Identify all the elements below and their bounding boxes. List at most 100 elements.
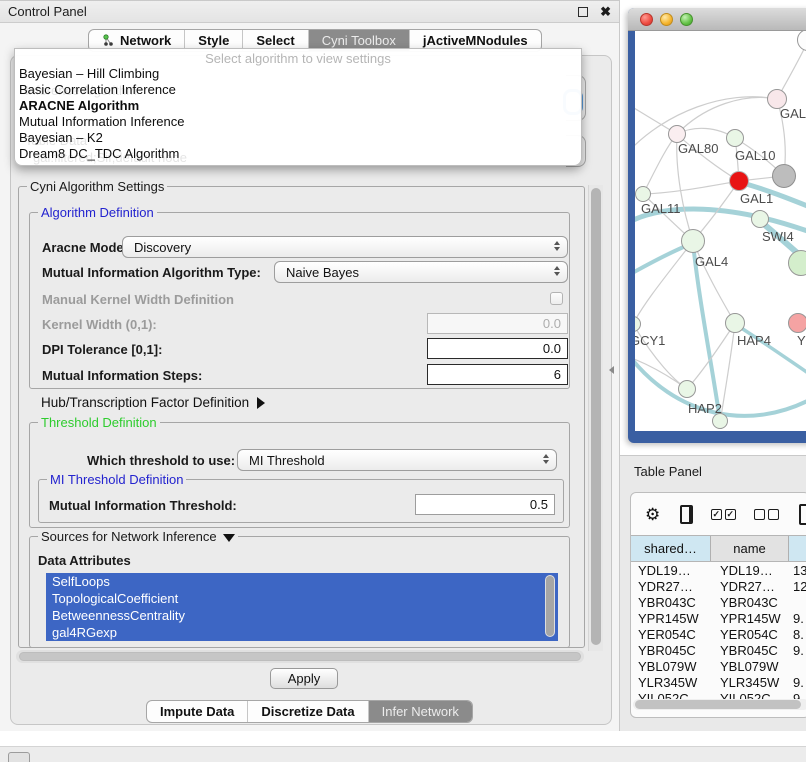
split-columns-icon[interactable] xyxy=(680,505,693,524)
cell: YER054C xyxy=(631,627,711,643)
kernel-width-field[interactable] xyxy=(427,313,568,334)
mi-threshold-field[interactable] xyxy=(415,494,555,515)
minimize-traffic-light-icon[interactable] xyxy=(660,13,673,26)
table-panel-window: ⚙ ✓ ✓ shared… name YDL19… YDL19… 13 xyxy=(630,492,806,718)
table-row[interactable]: YBR043C YBR043C xyxy=(631,595,806,611)
dropdown-placeholder: Select algorithm to view settings xyxy=(15,49,581,66)
threshold-definition-group: Threshold Definition Which threshold to … xyxy=(29,422,570,528)
settings-vertical-scrollbar[interactable] xyxy=(588,185,603,651)
dropdown-item-bayesian-hill-climbing[interactable]: Bayesian – Hill Climbing xyxy=(15,66,581,82)
control-panel-window: Control Panel ✖ Network Style Select xyxy=(0,0,620,731)
node-hap2[interactable] xyxy=(678,380,696,398)
dropdown-item-aracne[interactable]: ARACNE Algorithm xyxy=(15,98,581,114)
mi-steps-field[interactable] xyxy=(427,364,568,385)
list-item[interactable]: gal4RGexp xyxy=(46,624,558,641)
tab-label: Style xyxy=(198,33,229,48)
node-hap4[interactable] xyxy=(725,313,745,333)
tab-discretize-data[interactable]: Discretize Data xyxy=(247,701,367,722)
zoom-traffic-light-icon[interactable] xyxy=(680,13,693,26)
node-label: HAP4 xyxy=(737,333,771,348)
scrollbar-thumb[interactable] xyxy=(546,576,554,636)
kernel-width-label: Kernel Width (0,1): xyxy=(42,317,157,332)
screen: Control Panel ✖ Network Style Select xyxy=(0,0,806,762)
dropdown-item-mutual-information[interactable]: Mutual Information Inference xyxy=(15,114,581,130)
mi-threshold-definition-group: MI Threshold Definition Mutual Informati… xyxy=(38,479,564,523)
obscured-label: Table Data xyxy=(25,133,87,148)
table-row[interactable]: YPR145W YPR145W 9. xyxy=(631,611,806,627)
node-salmon[interactable] xyxy=(788,313,806,333)
node-label: GAL1 xyxy=(740,191,773,206)
table-row[interactable]: YIL052C YIL052C 9 xyxy=(631,691,806,699)
document-icon[interactable] xyxy=(799,504,806,525)
node-label: GAL4 xyxy=(695,254,728,269)
cell: YLR345W xyxy=(631,675,711,691)
list-item[interactable]: TopologicalCoefficient xyxy=(46,590,558,607)
checked-checkbox-icon: ✓ xyxy=(725,509,736,520)
cell: YBR045C xyxy=(631,643,711,659)
group-title: MI Threshold Definition xyxy=(47,472,186,487)
bottom-corner-button[interactable] xyxy=(8,752,30,762)
aracne-mode-combo[interactable]: Discovery xyxy=(122,236,568,258)
list-item[interactable]: SelfLoops xyxy=(46,573,558,590)
group-title: Algorithm Definition xyxy=(38,205,157,220)
table-row[interactable]: YDR27… YDR27… 12 xyxy=(631,579,806,595)
mi-algorithm-type-combo[interactable]: Naive Bayes xyxy=(274,261,568,283)
panel-splitter-handle[interactable] xyxy=(609,366,614,374)
float-icon[interactable] xyxy=(578,7,588,17)
deselect-all-icon[interactable] xyxy=(754,509,779,520)
table-row[interactable]: YBL079W YBL079W xyxy=(631,659,806,675)
scrollbar-thumb[interactable] xyxy=(19,652,581,661)
hub-transcription-factor-header[interactable]: Hub/Transcription Factor Definition xyxy=(41,395,265,410)
node-gal4[interactable] xyxy=(681,229,705,253)
table-rows: YDL19… YDL19… 13 YDR27… YDR27… 12 YBR043… xyxy=(631,563,806,699)
obscured-label: Inference Algorithm xyxy=(25,83,137,98)
which-threshold-combo[interactable]: MI Threshold xyxy=(237,449,557,471)
cell: YPR145W xyxy=(711,611,789,627)
aracne-mode-label: Aracne Mode: xyxy=(42,240,128,255)
settings-horizontal-scrollbar[interactable] xyxy=(16,650,584,663)
close-icon[interactable]: ✖ xyxy=(600,7,611,17)
table-row[interactable]: YBR045C YBR045C 9. xyxy=(631,643,806,659)
table-row[interactable]: YER054C YER054C 8. xyxy=(631,627,806,643)
column-header-shared-name[interactable]: shared… xyxy=(631,536,711,561)
tab-impute-data[interactable]: Impute Data xyxy=(147,701,247,722)
cell: 12 xyxy=(789,579,806,595)
sources-header[interactable]: Sources for Network Inference xyxy=(38,529,238,544)
apply-button[interactable]: Apply xyxy=(270,668,338,689)
list-scrollbar[interactable] xyxy=(545,575,555,637)
gear-icon[interactable]: ⚙ xyxy=(645,506,660,523)
scrollbar-thumb[interactable] xyxy=(635,700,801,709)
node-gray[interactable] xyxy=(772,164,796,188)
scrollbar-thumb[interactable] xyxy=(591,188,601,645)
network-window-titlebar[interactable] xyxy=(628,8,806,31)
manual-kernel-width-checkbox[interactable] xyxy=(550,292,563,305)
node-label: GAL10 xyxy=(735,148,775,163)
mi-algorithm-type-value: Naive Bayes xyxy=(286,265,359,280)
data-attributes-list[interactable]: SelfLoops TopologicalCoefficient Between… xyxy=(46,573,558,641)
cell: YBL079W xyxy=(711,659,789,675)
tab-label: Cyni Toolbox xyxy=(322,33,396,48)
cell: YIL052C xyxy=(631,691,711,699)
dpi-tolerance-field[interactable] xyxy=(427,338,568,359)
tab-infer-network[interactable]: Infer Network xyxy=(368,701,472,722)
select-all-icon[interactable]: ✓ ✓ xyxy=(711,509,736,520)
panel-title: Control Panel xyxy=(8,4,578,19)
table-row[interactable]: YDL19… YDL19… 13 xyxy=(631,563,806,579)
unchecked-checkbox-icon xyxy=(754,509,765,520)
node-gal10[interactable] xyxy=(726,129,744,147)
table-row[interactable]: YLR345W YLR345W 9. xyxy=(631,675,806,691)
node-gal1-red[interactable] xyxy=(729,171,749,191)
list-item[interactable]: BetweennessCentrality xyxy=(46,607,558,624)
table-horizontal-scrollbar[interactable] xyxy=(633,699,806,710)
column-header-name[interactable]: name xyxy=(711,536,789,561)
network-view-window: GAL GAL80 GAL10 GAL1 GAL11 SWI4 GAL4 GCY… xyxy=(628,8,806,443)
column-header-partial[interactable] xyxy=(789,536,806,561)
close-traffic-light-icon[interactable] xyxy=(640,13,653,26)
node-gal11[interactable] xyxy=(635,186,651,202)
network-canvas[interactable]: GAL GAL80 GAL10 GAL1 GAL11 SWI4 GAL4 GCY… xyxy=(635,31,806,431)
node-swi4[interactable] xyxy=(751,210,769,228)
dropdown-item-bayesian-k2[interactable]: Bayesian – K2 xyxy=(15,130,581,146)
cell: YLR345W xyxy=(711,675,789,691)
stepper-icon xyxy=(554,266,560,276)
node-label: GAL80 xyxy=(678,141,718,156)
